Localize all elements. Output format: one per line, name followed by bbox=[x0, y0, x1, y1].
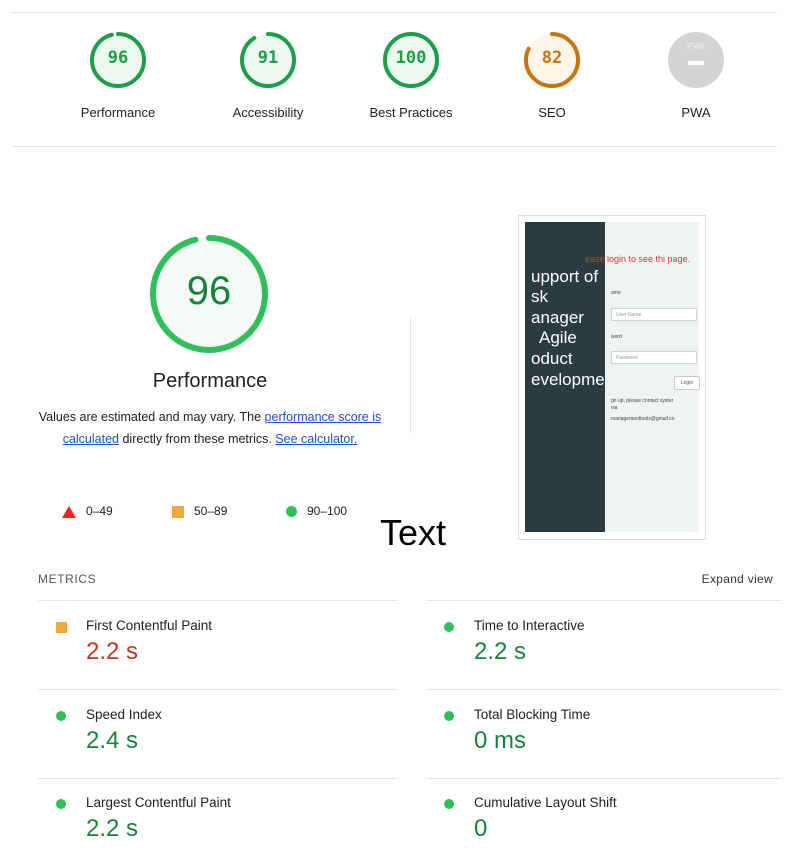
gauge-label: Best Practices bbox=[369, 105, 453, 120]
orange-square-icon bbox=[56, 622, 67, 633]
metric-value: 2.4 s bbox=[86, 727, 139, 754]
performance-score: 96 bbox=[186, 269, 232, 313]
vertical-divider bbox=[410, 318, 411, 433]
legend-pass: 90–100 bbox=[286, 504, 347, 518]
top-divider bbox=[12, 12, 777, 13]
green-circle-icon bbox=[444, 711, 454, 721]
red-triangle-icon bbox=[62, 505, 76, 518]
see-calculator-link[interactable]: See calculator. bbox=[275, 432, 357, 446]
metric-row-divider bbox=[38, 689, 398, 690]
metrics-heading: METRICS bbox=[38, 572, 97, 586]
metric-row-divider bbox=[38, 778, 398, 779]
gauge-label: Accessibility bbox=[232, 105, 304, 120]
metric-row-divider bbox=[426, 689, 782, 690]
gauge-pwa[interactable]: PWA PWA bbox=[631, 32, 761, 120]
green-circle-icon bbox=[56, 711, 66, 721]
gauge-accessibility[interactable]: 91 Accessibility bbox=[203, 32, 333, 120]
gauge-score: 82 bbox=[541, 48, 563, 68]
legend-fail: 0–49 bbox=[62, 504, 113, 518]
legend-average: 50–89 bbox=[172, 504, 227, 518]
expand-view-toggle[interactable]: Expand view bbox=[702, 572, 773, 586]
overlay-text: Text bbox=[380, 512, 447, 553]
metric-value: 2.2 s bbox=[86, 815, 139, 842]
performance-title: Performance bbox=[152, 370, 268, 392]
metric-value: 0 bbox=[474, 815, 488, 842]
gauge-score: 100 bbox=[395, 48, 427, 68]
thumbnail-sidebar: upport of sk anager Agile oduct evelopme bbox=[525, 222, 605, 532]
gauge-score: 91 bbox=[257, 48, 279, 68]
gauge-label: Performance bbox=[80, 105, 156, 120]
metric-row-divider bbox=[38, 600, 398, 601]
gauge-score: 96 bbox=[107, 48, 129, 68]
green-circle-icon bbox=[444, 799, 454, 809]
green-circle-icon bbox=[444, 622, 454, 632]
green-circle-icon bbox=[56, 799, 66, 809]
metric-row-divider bbox=[426, 600, 782, 601]
green-circle-icon bbox=[286, 506, 297, 518]
gauge-label: SEO bbox=[538, 105, 566, 120]
metric-value: 2.2 s bbox=[86, 638, 139, 665]
performance-description: Values are estimated and may vary. The p… bbox=[38, 410, 382, 446]
gauges-divider bbox=[12, 146, 777, 147]
gauge-best-practices[interactable]: 100 Best Practices bbox=[346, 32, 476, 120]
final-screenshot-thumbnail[interactable]: upport of sk anager Agile oduct evelopme… bbox=[518, 215, 706, 540]
metric-value: 2.2 s bbox=[474, 638, 527, 665]
orange-square-icon bbox=[172, 505, 184, 518]
pwa-badge-icon: PWA bbox=[668, 32, 724, 88]
gauge-seo[interactable]: 82 SEO bbox=[487, 32, 617, 120]
performance-score-gauge: 96 bbox=[150, 235, 268, 353]
gauge-label: PWA bbox=[681, 105, 711, 120]
metric-value: 0 ms bbox=[474, 727, 527, 754]
metric-row-divider bbox=[426, 778, 782, 779]
gauge-performance[interactable]: 96 Performance bbox=[53, 32, 183, 120]
